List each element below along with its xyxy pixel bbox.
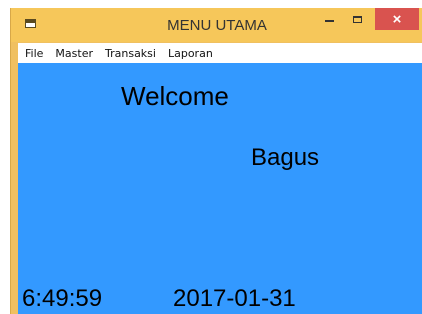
close-icon: × [392,10,402,28]
maximize-icon [352,15,362,23]
date-label: 2017-01-31 [173,285,296,312]
close-button[interactable]: × [375,8,419,30]
welcome-label: Welcome [121,81,229,111]
menu-file[interactable]: File [18,47,43,60]
time-label: 6:49:59 [22,285,103,312]
menu-bar: File Master Transaksi Laporan [18,43,422,63]
menu-laporan[interactable]: Laporan [161,47,213,60]
menu-master[interactable]: Master [48,47,93,60]
minimize-button[interactable] [315,8,343,30]
minimize-icon [324,20,334,22]
username-label: Bagus [251,144,320,171]
title-bar[interactable]: MENU UTAMA × [11,8,422,42]
client-area: Welcome Bagus 6:49:59 2017-01-31 [18,63,422,314]
menu-transaksi[interactable]: Transaksi [98,47,156,60]
main-window: MENU UTAMA × File Master Transaksi Lapor… [10,8,422,314]
maximize-button[interactable] [343,8,371,30]
